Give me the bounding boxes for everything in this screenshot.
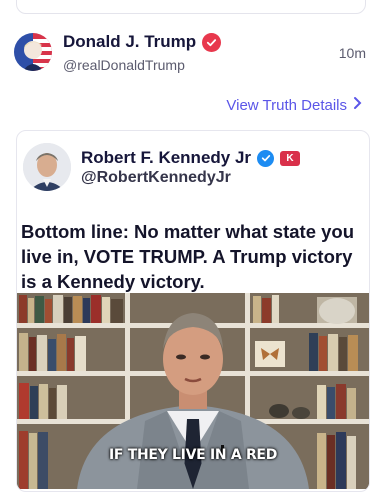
previous-card-edge — [16, 0, 366, 14]
author-avatar[interactable] — [14, 33, 52, 71]
view-truth-details-link[interactable]: View Truth Details — [226, 96, 362, 114]
author-name-line: Donald J. Trump — [63, 32, 222, 52]
video-caption: IF THEY LIVE IN A RED — [108, 447, 278, 463]
checkmark-badge-icon — [257, 149, 275, 167]
author-name[interactable]: Donald J. Trump — [63, 32, 196, 52]
campaign-logo-text: K — [286, 152, 294, 164]
campaign-logo-icon: K — [280, 150, 301, 166]
quoted-author-handle[interactable]: @RobertKennedyJr — [81, 169, 231, 187]
checkmark-badge-icon — [202, 32, 222, 52]
post-timestamp: 10m — [338, 45, 366, 61]
quoted-post-video[interactable]: IF THEY LIVE IN A RED — [17, 293, 369, 489]
author-handle[interactable]: @realDonaldTrump — [63, 57, 185, 73]
quoted-author-name-line: Robert F. Kennedy Jr K — [81, 148, 301, 168]
quoted-author-avatar[interactable] — [23, 143, 71, 191]
chevron-right-icon — [353, 96, 362, 114]
view-truth-details-label: View Truth Details — [226, 96, 347, 114]
quoted-post-text: Bottom line: No matter what state you li… — [21, 221, 355, 292]
quoted-author-name[interactable]: Robert F. Kennedy Jr — [81, 148, 251, 168]
quoted-post-card[interactable]: Robert F. Kennedy Jr K @RobertKennedyJr … — [16, 130, 370, 492]
